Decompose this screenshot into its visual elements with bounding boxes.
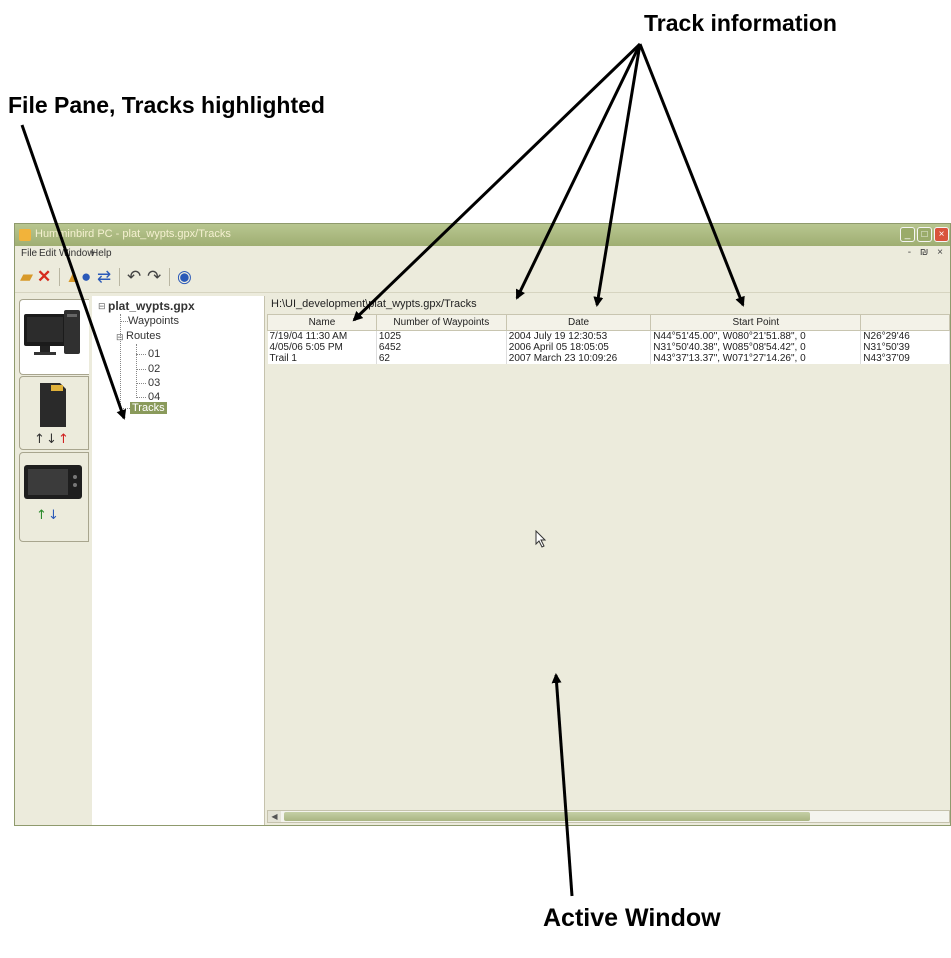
table-row[interactable]: 7/19/04 11:30 AM 1025 2004 July 19 12:30… (267, 330, 950, 342)
tree-connector (136, 383, 146, 384)
undo-icon[interactable]: ↶ (127, 267, 141, 287)
cell-date: 2007 March 23 10:09:26 (506, 353, 652, 364)
title-bar[interactable]: Humminbird PC - plat_wypts.gpx/Tracks _ … (15, 224, 950, 246)
tree-node-routes[interactable]: Routes (126, 330, 161, 342)
column-header-date[interactable]: Date (505, 314, 652, 331)
cell-date: 2004 July 19 12:30:53 (506, 330, 652, 342)
tree-node-route-01[interactable]: 01 (148, 348, 160, 360)
file-pane-callout: File Pane, Tracks highlighted (8, 92, 325, 118)
toolbar-separator (119, 268, 120, 286)
column-header-waypoints[interactable]: Number of Waypoints (375, 314, 507, 331)
close-button[interactable]: × (934, 227, 949, 242)
menu-bar: File Edit Window Help - ₪ × (15, 246, 950, 262)
computer-tab[interactable] (19, 299, 89, 375)
svg-text:↑: ↑ (58, 432, 69, 447)
track-information-callout: Track information (644, 10, 837, 36)
cell-waypoints: 6452 (376, 342, 507, 353)
scroll-left-icon[interactable]: ◀ (268, 811, 281, 822)
column-header-end-point[interactable] (860, 314, 950, 331)
computer-icon (24, 310, 80, 355)
cell-date: 2006 April 05 18:05:05 (506, 342, 652, 353)
table-row[interactable]: 4/05/06 5:05 PM 6452 2006 April 05 18:05… (267, 342, 950, 353)
toolbar: ▰ ✕ ▲ ● ⇄ ↶ ↷ ◉ (15, 262, 950, 293)
tree-connector (120, 408, 130, 409)
collapse-icon[interactable]: ⊟ (98, 301, 106, 312)
svg-text:↑: ↑ (34, 432, 45, 447)
app-window: Humminbird PC - plat_wypts.gpx/Tracks _ … (14, 223, 951, 826)
menu-help[interactable]: Help (91, 248, 112, 259)
table-row[interactable]: Trail 1 62 2007 March 23 10:09:26 N43°37… (267, 353, 950, 364)
cell-name: 7/19/04 11:30 AM (267, 330, 377, 342)
mdi-window-controls[interactable]: - ₪ × (908, 247, 946, 258)
tree-node-route-02[interactable]: 02 (148, 363, 160, 375)
active-window: H:\UI_development\plat_wypts.gpx/Tracks … (265, 296, 950, 825)
cell-start-point: N43°37'13.37", W071°27'14.26", 0 (650, 353, 862, 364)
toolbar-separator (59, 268, 60, 286)
cell-end-point: N31°50'39 (860, 342, 950, 353)
tree-node-route-03[interactable]: 03 (148, 377, 160, 389)
cell-end-point: N43°37'09 (860, 353, 950, 364)
sd-card-icon: ↑ ↓ ↑ (34, 383, 69, 447)
menu-edit[interactable]: Edit (39, 248, 56, 259)
fishfinder-icon: ↑ ↓ (24, 465, 82, 523)
globe-icon[interactable]: ● (81, 267, 91, 287)
cell-waypoints: 62 (376, 353, 507, 364)
active-window-callout: Active Window (543, 904, 721, 932)
tree-node-waypoints[interactable]: Waypoints (128, 315, 179, 327)
scrollbar-thumb[interactable] (284, 812, 810, 821)
tree-connector (136, 354, 146, 355)
cell-start-point: N31°50'40.38", W085°08'54.42", 0 (650, 342, 862, 353)
collapse-icon[interactable]: ⊟ (116, 332, 124, 343)
svg-text:↑: ↑ (36, 508, 47, 523)
column-header-start-point[interactable]: Start Point (650, 314, 862, 331)
tree-connector (136, 369, 146, 370)
fishfinder-tab[interactable]: ↑ ↓ (19, 452, 89, 542)
svg-text:↓: ↓ (48, 508, 59, 523)
table-header-row: Name Number of Waypoints Date Start Poin… (267, 314, 950, 331)
redo-icon[interactable]: ↷ (147, 267, 161, 287)
column-header-name[interactable]: Name (267, 314, 377, 331)
tree-connector (120, 314, 121, 408)
cell-waypoints: 1025 (376, 330, 507, 342)
horizontal-scrollbar[interactable]: ◀ (267, 810, 950, 823)
sd-card-tab[interactable]: ↑ ↓ ↑ (19, 376, 89, 450)
cell-end-point: N26°29'46 (860, 330, 950, 342)
cell-name: 4/05/06 5:05 PM (267, 342, 377, 353)
maximize-button[interactable]: □ (917, 227, 932, 242)
tree-root-file[interactable]: plat_wypts.gpx (108, 299, 195, 313)
tree-node-tracks[interactable]: Tracks (130, 402, 167, 414)
file-pane: ⊟ plat_wypts.gpx Waypoints ⊟ Routes 01 0… (92, 296, 265, 825)
mouse-cursor-icon (535, 530, 547, 548)
toolbar-separator (169, 268, 170, 286)
menu-file[interactable]: File (21, 248, 37, 259)
upload-icon[interactable]: ▲ (65, 267, 82, 287)
transfer-icon[interactable]: ⇄ (97, 267, 111, 287)
tree-connector (120, 321, 128, 322)
svg-text:↓: ↓ (46, 432, 57, 447)
menu-window[interactable]: Window (59, 248, 95, 259)
delete-icon[interactable]: ✕ (37, 267, 51, 287)
tree-connector (136, 397, 146, 398)
tree-connector (136, 344, 137, 398)
path-bar: H:\UI_development\plat_wypts.gpx/Tracks (271, 298, 477, 310)
help-icon[interactable]: ◉ (177, 267, 192, 287)
app-icon (19, 229, 31, 241)
minimize-button[interactable]: _ (900, 227, 915, 242)
window-title: Humminbird PC - plat_wypts.gpx/Tracks (35, 228, 231, 240)
cell-name: Trail 1 (267, 353, 377, 364)
tracks-table: Name Number of Waypoints Date Start Poin… (267, 314, 950, 364)
open-icon[interactable]: ▰ (20, 267, 33, 287)
cell-start-point: N44°51'45.00", W080°21'51.88", 0 (650, 330, 862, 342)
device-tab-column: ↑ ↓ ↑ ↑ ↓ (15, 296, 93, 825)
